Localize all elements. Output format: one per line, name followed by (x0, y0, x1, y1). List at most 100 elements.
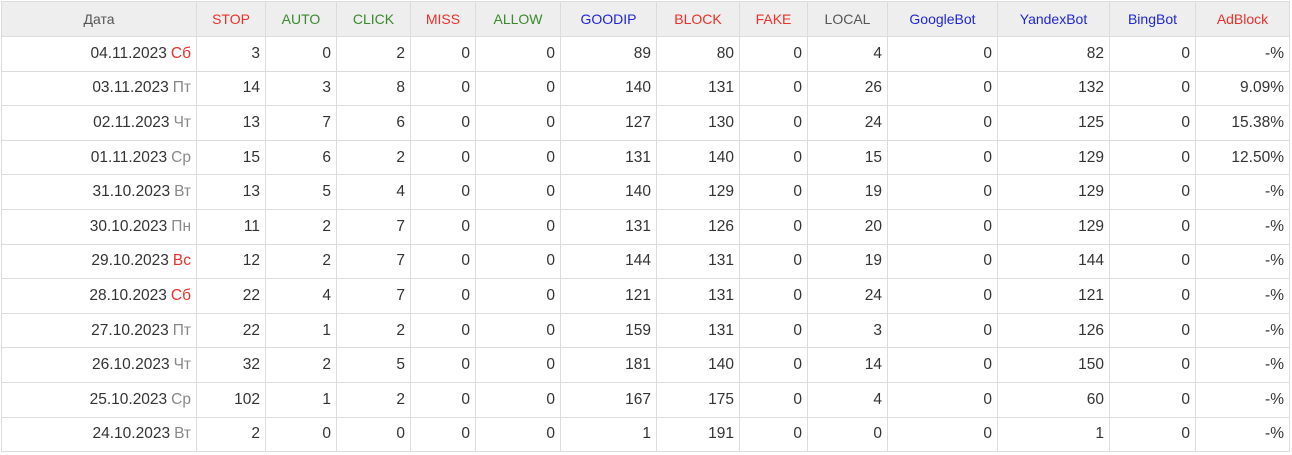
cell-auto: 1 (265, 312, 337, 349)
cell-click: 8 (336, 70, 411, 107)
cell-date: 24.10.2023 Вт (1, 416, 197, 453)
column-header-yandexbot[interactable]: YandexBot (997, 1, 1110, 37)
cell-fake: 0 (739, 312, 808, 349)
cell-adblock: -% (1195, 278, 1290, 314)
column-header-miss[interactable]: MISS (410, 1, 476, 37)
column-header-bingbot[interactable]: BingBot (1109, 1, 1196, 37)
cell-click: 7 (336, 278, 411, 314)
cell-fake: 0 (739, 347, 808, 383)
cell-date: 02.11.2023 Чт (1, 105, 197, 141)
cell-block: 140 (656, 139, 740, 176)
table-row: 25.10.2023 Ср 102 1 2 0 0 167 175 0 4 0 60 0 -% (1, 381, 1290, 418)
cell-bingbot: 0 (1109, 139, 1196, 176)
date-text: 25.10.2023 (89, 390, 168, 408)
cell-block: 131 (656, 312, 740, 349)
column-header-googlebot[interactable]: GoogleBot (887, 1, 998, 37)
table-row: 26.10.2023 Чт 32 2 5 0 0 181 140 0 14 0 150 0 -% (1, 347, 1290, 383)
cell-allow: 0 (475, 208, 561, 245)
cell-goodip: 140 (560, 70, 657, 107)
cell-bingbot: 0 (1109, 381, 1196, 418)
date-text: 01.11.2023 (90, 148, 168, 166)
weekday-label: Вс (172, 252, 191, 270)
column-header-fake[interactable]: FAKE (739, 1, 808, 37)
cell-local: 3 (807, 312, 888, 349)
cell-adblock: 15.38% (1195, 105, 1290, 141)
cell-googlebot: 0 (887, 139, 998, 176)
cell-adblock: -% (1195, 416, 1290, 453)
cell-yandexbot: 129 (997, 174, 1110, 210)
weekday-label: Ср (171, 148, 191, 166)
cell-local: 19 (807, 243, 888, 280)
column-header-block[interactable]: BLOCK (656, 1, 740, 37)
table-row: 27.10.2023 Пт 22 1 2 0 0 159 131 0 3 0 126 0 -% (1, 312, 1290, 349)
cell-googlebot: 0 (887, 416, 998, 453)
stats-table: Дата STOP AUTO CLICK MISS ALLOW GOODIP B… (1, 1, 1290, 453)
cell-yandexbot: 121 (997, 278, 1110, 314)
cell-goodip: 144 (560, 243, 657, 280)
cell-date: 25.10.2023 Ср (1, 381, 197, 418)
cell-local: 0 (807, 416, 888, 453)
weekday-label: Сб (170, 286, 191, 304)
cell-miss: 0 (410, 381, 476, 418)
cell-adblock: 9.09% (1195, 70, 1290, 107)
cell-goodip: 159 (560, 312, 657, 349)
cell-fake: 0 (739, 70, 808, 107)
table-row: 28.10.2023 Сб 22 4 7 0 0 121 131 0 24 0 121 0 -% (1, 278, 1290, 314)
cell-bingbot: 0 (1109, 70, 1196, 107)
column-header-stop[interactable]: STOP (196, 1, 266, 37)
cell-adblock: -% (1195, 312, 1290, 349)
cell-adblock: -% (1195, 347, 1290, 383)
column-header-adblock[interactable]: AdBlock (1195, 1, 1290, 37)
weekday-label: Пн (171, 217, 191, 235)
column-header-allow[interactable]: ALLOW (475, 1, 561, 37)
cell-yandexbot: 144 (997, 243, 1110, 280)
column-header-date[interactable]: Дата (1, 1, 197, 37)
cell-miss: 0 (410, 243, 476, 280)
cell-yandexbot: 126 (997, 312, 1110, 349)
cell-goodip: 131 (560, 139, 657, 176)
weekday-label: Ср (171, 390, 191, 408)
cell-click: 7 (336, 208, 411, 245)
cell-bingbot: 0 (1109, 208, 1196, 245)
cell-auto: 2 (265, 208, 337, 245)
cell-fake: 0 (739, 416, 808, 453)
cell-date: 03.11.2023 Пт (1, 70, 197, 107)
cell-allow: 0 (475, 139, 561, 176)
column-header-click[interactable]: CLICK (336, 1, 411, 37)
cell-allow: 0 (475, 174, 561, 210)
cell-adblock: -% (1195, 36, 1290, 72)
cell-stop: 2 (196, 416, 266, 453)
cell-fake: 0 (739, 174, 808, 210)
cell-block: 126 (656, 208, 740, 245)
column-header-local[interactable]: LOCAL (807, 1, 888, 37)
column-header-goodip[interactable]: GOODIP (560, 1, 657, 37)
cell-bingbot: 0 (1109, 416, 1196, 453)
cell-block: 129 (656, 174, 740, 210)
cell-local: 15 (807, 139, 888, 176)
cell-yandexbot: 60 (997, 381, 1110, 418)
cell-click: 2 (336, 312, 411, 349)
cell-googlebot: 0 (887, 312, 998, 349)
table-row: 29.10.2023 Вс 12 2 7 0 0 144 131 0 19 0 144 0 -% (1, 243, 1290, 280)
cell-auto: 7 (265, 105, 337, 141)
cell-googlebot: 0 (887, 105, 998, 141)
table-row: 01.11.2023 Ср 15 6 2 0 0 131 140 0 15 0 129 0 12.50% (1, 139, 1290, 176)
cell-date: 29.10.2023 Вс (1, 243, 197, 280)
cell-local: 14 (807, 347, 888, 383)
date-text: 31.10.2023 (92, 183, 171, 201)
cell-block: 131 (656, 243, 740, 280)
cell-stop: 15 (196, 139, 266, 176)
cell-goodip: 167 (560, 381, 657, 418)
cell-yandexbot: 129 (997, 208, 1110, 245)
cell-bingbot: 0 (1109, 278, 1196, 314)
cell-goodip: 1 (560, 416, 657, 453)
cell-local: 4 (807, 36, 888, 72)
cell-goodip: 131 (560, 208, 657, 245)
cell-date: 30.10.2023 Пн (1, 208, 197, 245)
cell-miss: 0 (410, 416, 476, 453)
cell-date: 27.10.2023 Пт (1, 312, 197, 349)
date-text: 26.10.2023 (91, 356, 170, 374)
cell-allow: 0 (475, 243, 561, 280)
column-header-auto[interactable]: AUTO (265, 1, 337, 37)
cell-fake: 0 (739, 278, 808, 314)
